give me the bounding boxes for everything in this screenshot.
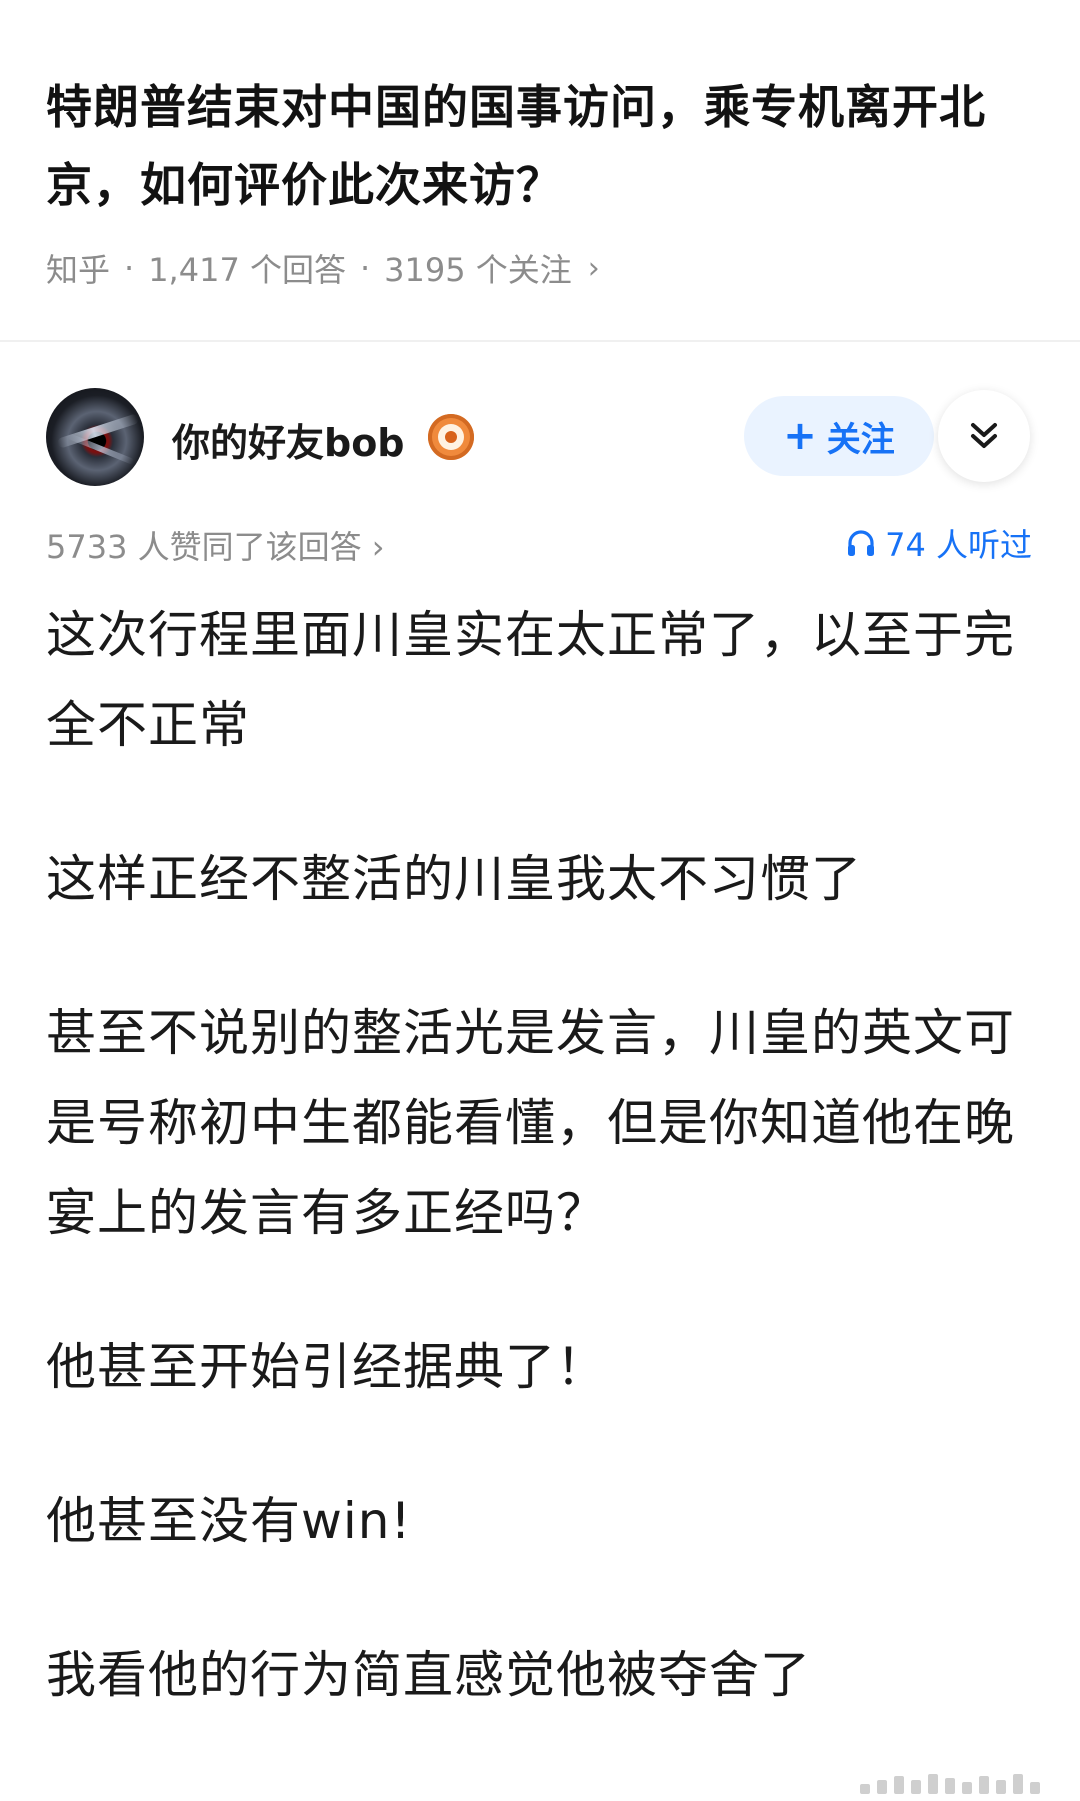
collapse-button[interactable] (938, 390, 1030, 482)
avatar-streak (67, 433, 135, 465)
badge-pupil (445, 431, 457, 443)
bar (894, 1776, 904, 1794)
eye-badge-icon (428, 414, 474, 460)
question-title[interactable]: 特朗普结束对中国的国事访问，乘专机离开北京，如何评价此次来访？ (46, 68, 1036, 224)
chevron-right-icon: › (587, 250, 600, 286)
bar (928, 1774, 938, 1794)
source-label: 知乎 (46, 251, 111, 289)
vote-count[interactable]: 5733 人赞同了该回答 › (46, 522, 385, 568)
follower-count: 3195 个关注 (384, 251, 572, 289)
answer-count: 1,417 个回答 (148, 251, 346, 289)
bar (877, 1780, 887, 1794)
avatar[interactable] (46, 388, 144, 486)
listen-text: 74 人听过 (885, 526, 1032, 564)
bar (996, 1780, 1006, 1794)
bar (962, 1782, 972, 1794)
answer-paragraph: 甚至不说别的整活光是发言，川皇的英文可是号称初中生都能看懂，但是你知道他在晚宴上… (46, 1004, 1015, 1242)
answer-paragraph: 我看他的行为简直感觉他被夺舍了 (46, 1646, 811, 1704)
headphones-icon (848, 530, 875, 556)
bar (1013, 1774, 1023, 1794)
bar (911, 1780, 921, 1794)
scroll-indicator (860, 1772, 1056, 1794)
answer-paragraph: 他甚至没有win! (46, 1492, 412, 1550)
answer-body: 这次行程里面川皇实在太正常了，以至于完全不正常 这样正经不整活的川皇我太不习惯了… (46, 590, 1036, 1784)
double-chevron-down-icon (971, 423, 997, 448)
bar (1030, 1782, 1040, 1794)
avatar-streak (56, 413, 140, 449)
author-name[interactable]: 你的好友bob (172, 412, 405, 467)
separator-dot: · (359, 249, 371, 287)
vote-text: 5733 人赞同了该回答 (46, 528, 362, 566)
listen-count[interactable]: 74 人听过 (845, 520, 1032, 566)
separator-dot: · (124, 249, 135, 287)
divider (0, 340, 1080, 342)
answer-paragraph: 这样正经不整活的川皇我太不习惯了 (46, 850, 862, 908)
follow-label: 关注 (826, 419, 895, 460)
answer-page: 特朗普结束对中国的国事访问，乘专机离开北京，如何评价此次来访？ 知乎 · 1,4… (0, 0, 1080, 1801)
plus-icon: + (783, 413, 817, 459)
bar (860, 1784, 870, 1794)
question-meta[interactable]: 知乎 · 1,417 个回答 · 3195 个关注 › (46, 246, 600, 290)
follow-button[interactable]: + 关注 (744, 396, 934, 476)
bar (979, 1776, 989, 1794)
answer-paragraph: 这次行程里面川皇实在太正常了，以至于完全不正常 (46, 606, 1015, 754)
answer-paragraph: 他甚至开始引经据典了！ (46, 1338, 607, 1396)
bar (945, 1778, 955, 1794)
chevron-right-icon: › (371, 528, 385, 566)
